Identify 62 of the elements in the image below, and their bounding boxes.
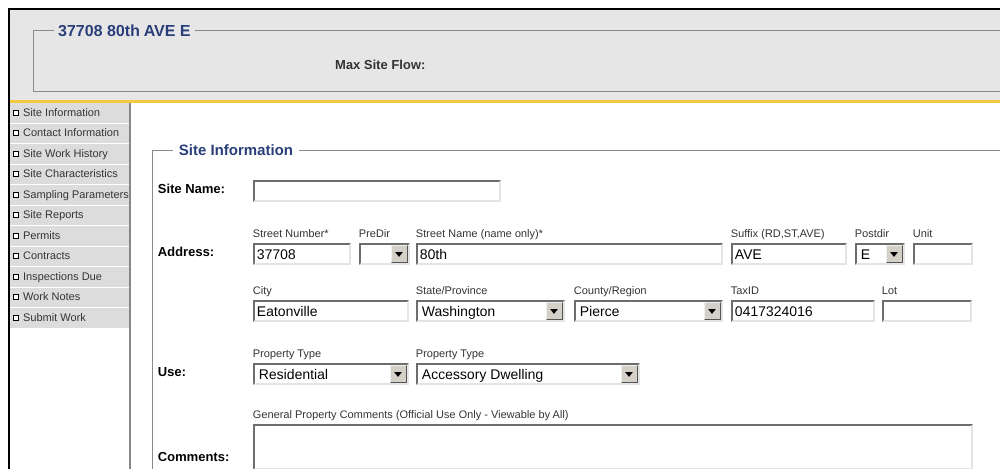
bullet-icon [13,130,19,136]
field-caption: Street Number* [252,228,330,241]
field-caption: Property Type [252,348,322,361]
bullet-icon [13,150,19,157]
sidebar-item[interactable]: Sampling Parameters [10,185,129,206]
input-field[interactable]: 37708 [252,243,351,265]
sidebar-item[interactable]: Contact Information [10,124,129,144]
sidebar-item[interactable]: Site Reports [10,206,129,226]
bullet-icon [13,232,19,239]
sidebar-item[interactable]: Permits [10,226,129,246]
dropdown[interactable]: Accessory Dwelling [416,363,640,385]
bullet-icon [13,110,19,116]
comments-field[interactable] [252,424,973,469]
dropdown[interactable]: Washington [416,300,565,322]
field-caption: Suffix (RD,ST,AVE) [730,228,826,241]
dropdown[interactable]: E [854,243,905,265]
sidebar-item[interactable]: Inspections Due [10,267,129,288]
caret-icon [390,245,408,263]
dropdown[interactable] [358,243,410,265]
caret-icon [886,245,903,263]
bullet-icon [13,253,19,260]
input-field[interactable] [912,243,973,265]
bullet-icon [13,314,19,321]
field-caption: Postdir [854,228,890,241]
sidebar-item[interactable]: Site Characteristics [10,164,129,185]
bullet-icon [13,212,19,218]
sidebar-item[interactable]: Submit Work [10,308,129,328]
field-caption: State/Province [416,285,488,298]
input-field[interactable] [252,180,501,202]
row-label: Use: [158,364,186,379]
row-label: Comments: [158,449,230,464]
bullet-icon [13,192,19,198]
max-site-flow-label: Max Site Flow: [335,56,426,74]
input-field[interactable]: 80th [416,243,723,265]
caret-icon [620,365,638,383]
field-caption: Street Name (name only)* [416,228,544,241]
bullet-icon [13,171,19,178]
field-caption: Property Type [416,348,486,361]
row-label: Address: [158,244,214,259]
caret-icon [390,365,407,383]
caret-icon [704,302,721,320]
input-field[interactable]: Eatonville [252,300,409,322]
field-caption: County/Region [574,285,648,298]
field-caption: Unit [912,228,934,241]
sidebar-item[interactable]: Work Notes [10,288,129,308]
field-caption: Lot [882,285,898,298]
field-caption: City [252,285,273,298]
sidebar-item[interactable]: Site Work History [10,144,129,164]
bullet-icon [13,294,19,300]
field-caption: General Property Comments (Official Use Only - Viewable by All) [252,409,570,422]
input-field[interactable]: 0417324016 [730,300,875,322]
sidebar-item[interactable]: Site Information [10,103,129,124]
input-field[interactable]: AVE [730,243,847,265]
field-caption: TaxID [730,285,760,298]
input-field[interactable] [882,300,972,322]
field-caption: PreDir [358,228,391,241]
sidebar-item[interactable]: Contracts [10,246,129,267]
bullet-icon [13,274,19,280]
caret-icon [546,302,563,320]
dropdown[interactable]: Pierce [574,300,723,322]
row-label: Site Name: [158,181,225,196]
dropdown[interactable]: Residential [252,363,409,385]
